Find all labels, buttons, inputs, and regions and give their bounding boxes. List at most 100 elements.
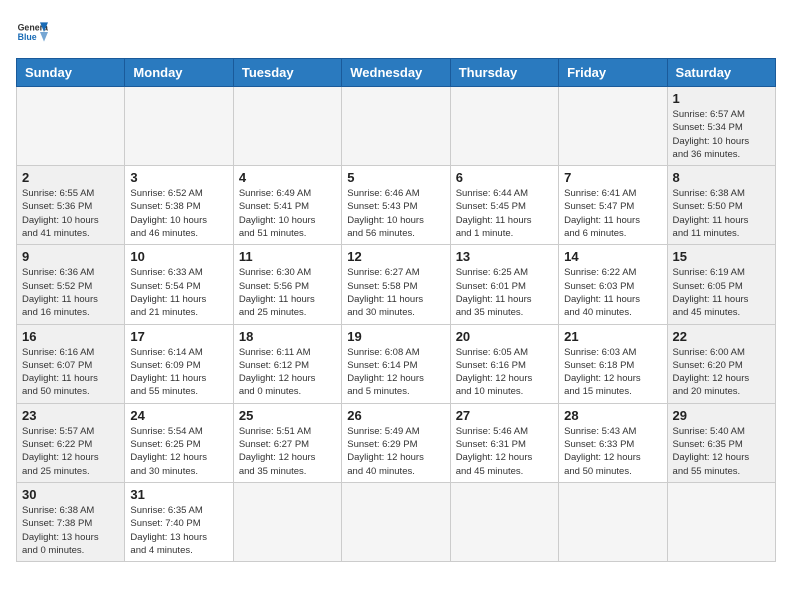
day-info: Sunrise: 6:57 AM Sunset: 5:34 PM Dayligh… xyxy=(673,108,770,161)
weekday-header-saturday: Saturday xyxy=(667,59,775,87)
day-info: Sunrise: 6:49 AM Sunset: 5:41 PM Dayligh… xyxy=(239,187,336,240)
calendar-cell xyxy=(125,87,233,166)
calendar-cell: 6 Sunrise: 6:44 AM Sunset: 5:45 PM Daylig… xyxy=(450,166,558,245)
day-number: 14 xyxy=(564,249,661,264)
calendar-cell xyxy=(233,87,341,166)
day-info: Sunrise: 6:46 AM Sunset: 5:43 PM Dayligh… xyxy=(347,187,444,240)
day-info: Sunrise: 6:38 AM Sunset: 5:50 PM Dayligh… xyxy=(673,187,770,240)
day-info: Sunrise: 5:40 AM Sunset: 6:35 PM Dayligh… xyxy=(673,425,770,478)
day-number: 18 xyxy=(239,329,336,344)
day-number: 20 xyxy=(456,329,553,344)
day-number: 5 xyxy=(347,170,444,185)
day-number: 2 xyxy=(22,170,119,185)
logo: General Blue xyxy=(16,16,52,48)
calendar-week-4: 16 Sunrise: 6:16 AM Sunset: 6:07 PM Dayli… xyxy=(17,324,776,403)
day-info: Sunrise: 6:08 AM Sunset: 6:14 PM Dayligh… xyxy=(347,346,444,399)
day-number: 24 xyxy=(130,408,227,423)
day-info: Sunrise: 6:19 AM Sunset: 6:05 PM Dayligh… xyxy=(673,266,770,319)
calendar-cell: 22Sunrise: 6:00 AM Sunset: 6:20 PM Dayli… xyxy=(667,324,775,403)
day-number: 31 xyxy=(130,487,227,502)
day-info: Sunrise: 6:30 AM Sunset: 5:56 PM Dayligh… xyxy=(239,266,336,319)
day-info: Sunrise: 6:38 AM Sunset: 7:38 PM Dayligh… xyxy=(22,504,119,557)
calendar-cell xyxy=(559,482,667,561)
calendar-cell xyxy=(450,87,558,166)
day-number: 17 xyxy=(130,329,227,344)
calendar-cell: 4 Sunrise: 6:49 AM Sunset: 5:41 PM Daylig… xyxy=(233,166,341,245)
calendar-cell: 31 Sunrise: 6:35 AM Sunset: 7:40 PM Dayli… xyxy=(125,482,233,561)
day-info: Sunrise: 6:44 AM Sunset: 5:45 PM Dayligh… xyxy=(456,187,553,240)
day-info: Sunrise: 6:52 AM Sunset: 5:38 PM Dayligh… xyxy=(130,187,227,240)
day-info: Sunrise: 6:41 AM Sunset: 5:47 PM Dayligh… xyxy=(564,187,661,240)
calendar-cell: 1Sunrise: 6:57 AM Sunset: 5:34 PM Daylig… xyxy=(667,87,775,166)
weekday-header-friday: Friday xyxy=(559,59,667,87)
day-number: 6 xyxy=(456,170,553,185)
calendar-cell: 3 Sunrise: 6:52 AM Sunset: 5:38 PM Daylig… xyxy=(125,166,233,245)
day-info: Sunrise: 6:05 AM Sunset: 6:16 PM Dayligh… xyxy=(456,346,553,399)
day-number: 29 xyxy=(673,408,770,423)
day-number: 23 xyxy=(22,408,119,423)
day-number: 30 xyxy=(22,487,119,502)
day-info: Sunrise: 5:51 AM Sunset: 6:27 PM Dayligh… xyxy=(239,425,336,478)
calendar-week-6: 30 Sunrise: 6:38 AM Sunset: 7:38 PM Dayli… xyxy=(17,482,776,561)
calendar-cell: 9Sunrise: 6:36 AM Sunset: 5:52 PM Daylig… xyxy=(17,245,125,324)
calendar-cell xyxy=(559,87,667,166)
day-number: 19 xyxy=(347,329,444,344)
calendar-cell xyxy=(233,482,341,561)
calendar-cell: 23 Sunrise: 5:57 AM Sunset: 6:22 PM Dayli… xyxy=(17,403,125,482)
calendar-cell: 26Sunrise: 5:49 AM Sunset: 6:29 PM Dayli… xyxy=(342,403,450,482)
day-info: Sunrise: 6:00 AM Sunset: 6:20 PM Dayligh… xyxy=(673,346,770,399)
day-number: 27 xyxy=(456,408,553,423)
day-info: Sunrise: 5:54 AM Sunset: 6:25 PM Dayligh… xyxy=(130,425,227,478)
calendar-cell: 8 Sunrise: 6:38 AM Sunset: 5:50 PM Daylig… xyxy=(667,166,775,245)
day-info: Sunrise: 6:35 AM Sunset: 7:40 PM Dayligh… xyxy=(130,504,227,557)
day-info: Sunrise: 6:14 AM Sunset: 6:09 PM Dayligh… xyxy=(130,346,227,399)
day-number: 4 xyxy=(239,170,336,185)
day-info: Sunrise: 5:46 AM Sunset: 6:31 PM Dayligh… xyxy=(456,425,553,478)
day-info: Sunrise: 6:16 AM Sunset: 6:07 PM Dayligh… xyxy=(22,346,119,399)
calendar-cell: 5 Sunrise: 6:46 AM Sunset: 5:43 PM Daylig… xyxy=(342,166,450,245)
calendar-cell xyxy=(450,482,558,561)
day-info: Sunrise: 6:03 AM Sunset: 6:18 PM Dayligh… xyxy=(564,346,661,399)
weekday-header-sunday: Sunday xyxy=(17,59,125,87)
calendar-week-3: 9Sunrise: 6:36 AM Sunset: 5:52 PM Daylig… xyxy=(17,245,776,324)
calendar-cell: 29 Sunrise: 5:40 AM Sunset: 6:35 PM Dayli… xyxy=(667,403,775,482)
day-number: 26 xyxy=(347,408,444,423)
calendar-cell: 15 Sunrise: 6:19 AM Sunset: 6:05 PM Dayli… xyxy=(667,245,775,324)
calendar-cell: 21 Sunrise: 6:03 AM Sunset: 6:18 PM Dayli… xyxy=(559,324,667,403)
calendar-cell: 2 Sunrise: 6:55 AM Sunset: 5:36 PM Daylig… xyxy=(17,166,125,245)
calendar-cell: 19 Sunrise: 6:08 AM Sunset: 6:14 PM Dayli… xyxy=(342,324,450,403)
calendar-cell: 28Sunrise: 5:43 AM Sunset: 6:33 PM Dayli… xyxy=(559,403,667,482)
calendar-cell: 10 Sunrise: 6:33 AM Sunset: 5:54 PM Dayli… xyxy=(125,245,233,324)
calendar-cell: 18 Sunrise: 6:11 AM Sunset: 6:12 PM Dayli… xyxy=(233,324,341,403)
calendar-cell: 30 Sunrise: 6:38 AM Sunset: 7:38 PM Dayli… xyxy=(17,482,125,561)
calendar-cell: 17 Sunrise: 6:14 AM Sunset: 6:09 PM Dayli… xyxy=(125,324,233,403)
day-info: Sunrise: 6:11 AM Sunset: 6:12 PM Dayligh… xyxy=(239,346,336,399)
day-number: 7 xyxy=(564,170,661,185)
day-info: Sunrise: 6:25 AM Sunset: 6:01 PM Dayligh… xyxy=(456,266,553,319)
day-number: 8 xyxy=(673,170,770,185)
calendar-cell: 20 Sunrise: 6:05 AM Sunset: 6:16 PM Dayli… xyxy=(450,324,558,403)
day-info: Sunrise: 6:22 AM Sunset: 6:03 PM Dayligh… xyxy=(564,266,661,319)
day-info: Sunrise: 5:57 AM Sunset: 6:22 PM Dayligh… xyxy=(22,425,119,478)
day-number: 3 xyxy=(130,170,227,185)
day-info: Sunrise: 5:43 AM Sunset: 6:33 PM Dayligh… xyxy=(564,425,661,478)
calendar-header-row: SundayMondayTuesdayWednesdayThursdayFrid… xyxy=(17,59,776,87)
calendar-cell xyxy=(667,482,775,561)
day-info: Sunrise: 6:55 AM Sunset: 5:36 PM Dayligh… xyxy=(22,187,119,240)
day-number: 16 xyxy=(22,329,119,344)
calendar-cell: 14 Sunrise: 6:22 AM Sunset: 6:03 PM Dayli… xyxy=(559,245,667,324)
calendar-cell: 7 Sunrise: 6:41 AM Sunset: 5:47 PM Daylig… xyxy=(559,166,667,245)
calendar-cell xyxy=(342,482,450,561)
day-number: 21 xyxy=(564,329,661,344)
weekday-header-tuesday: Tuesday xyxy=(233,59,341,87)
day-info: Sunrise: 6:33 AM Sunset: 5:54 PM Dayligh… xyxy=(130,266,227,319)
calendar-cell: 24 Sunrise: 5:54 AM Sunset: 6:25 PM Dayli… xyxy=(125,403,233,482)
calendar-week-5: 23 Sunrise: 5:57 AM Sunset: 6:22 PM Dayli… xyxy=(17,403,776,482)
weekday-header-thursday: Thursday xyxy=(450,59,558,87)
calendar-cell xyxy=(17,87,125,166)
calendar-week-2: 2 Sunrise: 6:55 AM Sunset: 5:36 PM Daylig… xyxy=(17,166,776,245)
day-number: 10 xyxy=(130,249,227,264)
calendar-cell: 11Sunrise: 6:30 AM Sunset: 5:56 PM Dayli… xyxy=(233,245,341,324)
weekday-header-wednesday: Wednesday xyxy=(342,59,450,87)
day-number: 15 xyxy=(673,249,770,264)
